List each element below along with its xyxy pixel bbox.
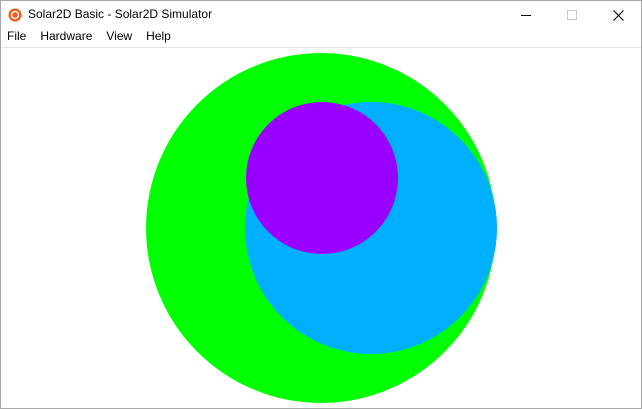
title-bar[interactable]: Solar2D Basic - Solar2D Simulator [1,1,641,29]
menu-hardware[interactable]: Hardware [33,27,99,46]
close-button[interactable] [595,1,641,29]
purple-circle [246,102,398,254]
minimize-button[interactable] [503,1,549,29]
close-icon [612,9,624,21]
simulator-scene [146,53,497,403]
solar2d-logo-icon [8,8,22,22]
simulator-window: Solar2D Basic - Solar2D Simulator File H… [0,0,642,409]
menu-bar: File Hardware View Help [1,27,641,46]
maximize-button[interactable] [549,1,595,29]
menu-help[interactable]: Help [139,27,178,46]
minimize-icon [521,15,531,16]
window-title: Solar2D Basic - Solar2D Simulator [28,7,213,21]
maximize-icon [567,10,577,20]
menu-view[interactable]: View [99,27,139,46]
simulator-canvas[interactable] [1,48,641,408]
menu-file[interactable]: File [1,27,33,46]
